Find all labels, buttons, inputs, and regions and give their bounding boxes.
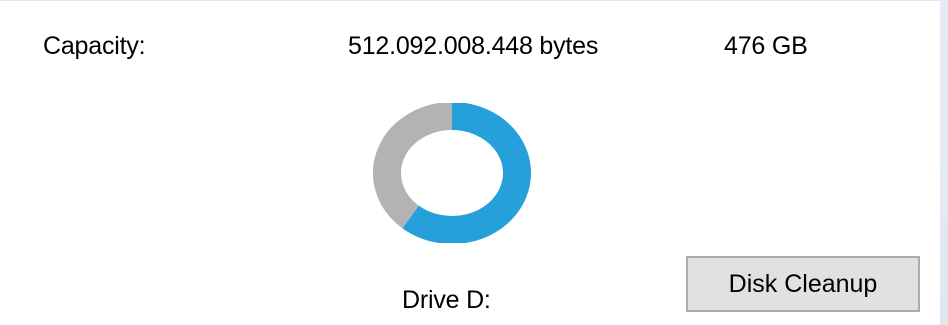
capacity-label: Capacity:: [43, 32, 146, 60]
capacity-bytes-value: 512.092.008.448 bytes: [348, 32, 599, 60]
drive-label: Drive D:: [402, 286, 491, 314]
disk-cleanup-button[interactable]: Disk Cleanup: [686, 256, 920, 312]
capacity-gb-value: 476 GB: [724, 32, 808, 60]
drive-properties-panel: Capacity: 512.092.008.448 bytes 476 GB D…: [0, 0, 940, 325]
disk-usage-chart: [373, 103, 531, 243]
free-space-slice: [373, 103, 453, 229]
